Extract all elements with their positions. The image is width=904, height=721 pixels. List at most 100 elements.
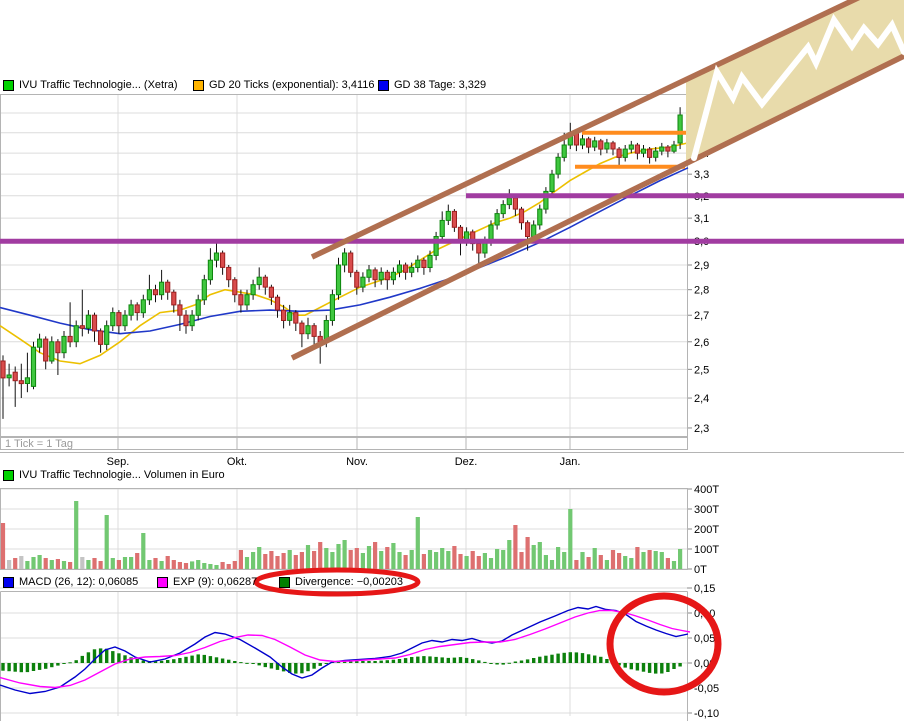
- candle-body: [550, 174, 554, 191]
- volume-bar: [178, 562, 182, 569]
- candle-body: [385, 272, 389, 279]
- candle-body: [355, 272, 359, 287]
- volume-bar: [172, 560, 176, 569]
- volume-bar: [617, 553, 621, 569]
- volume-bar: [355, 548, 359, 569]
- candle-body: [129, 305, 133, 315]
- price-axis-label: 2,9: [694, 260, 709, 272]
- candle-body: [178, 305, 182, 315]
- candle-body: [190, 315, 194, 326]
- divergence-bar: [593, 656, 596, 664]
- volume-bar: [678, 549, 682, 569]
- divergence-bar: [599, 657, 602, 663]
- divergence-bar: [514, 662, 517, 664]
- volume-bar: [117, 560, 121, 569]
- divergence-bar: [221, 659, 224, 664]
- volume-bar: [404, 555, 408, 569]
- macd-axis-label: 0,05: [694, 633, 715, 645]
- candle-body: [19, 381, 23, 384]
- divergence-bar: [453, 658, 456, 663]
- candle-body: [50, 342, 54, 361]
- month-label: Sep.: [107, 456, 130, 468]
- candle-body: [208, 260, 212, 280]
- candle-body: [214, 253, 218, 260]
- volume-bar: [160, 561, 164, 569]
- divergence-bar: [203, 655, 206, 663]
- volume-bar: [599, 555, 603, 569]
- tick-strip-frame: [1, 438, 688, 450]
- divergence-bar: [294, 663, 297, 674]
- legend-divergence: Divergence: −0,00203: [279, 576, 403, 588]
- divergence-bar: [136, 659, 139, 663]
- candle-body: [452, 211, 456, 227]
- volume-bar: [99, 561, 103, 569]
- volume-bar: [50, 560, 54, 569]
- divergence-bar: [477, 660, 480, 663]
- volume-bar: [538, 542, 542, 569]
- divergence-bar: [538, 657, 541, 663]
- divergence-bar: [447, 658, 450, 663]
- legend-volume: IVU Traffic Technologie... Volumen in Eu…: [3, 469, 225, 481]
- series-color-swatch: [157, 577, 168, 588]
- divergence-bar: [678, 663, 681, 667]
- series-color-swatch: [3, 470, 14, 481]
- candle-body: [367, 270, 371, 277]
- volume-bar: [666, 558, 670, 569]
- divergence-bar: [672, 663, 675, 669]
- divergence-bar: [563, 653, 566, 663]
- candle-body: [312, 326, 316, 337]
- candle-body: [80, 326, 84, 329]
- volume-bar: [465, 556, 469, 569]
- candle-body: [519, 209, 523, 223]
- volume-bar: [641, 552, 645, 569]
- volume-axis-label: 100T: [694, 544, 719, 556]
- candle-body: [99, 331, 103, 344]
- volume-bar: [74, 501, 78, 569]
- divergence-bar: [355, 661, 358, 663]
- candle-body: [7, 375, 11, 378]
- volume-bar: [239, 550, 243, 569]
- candle-body: [580, 139, 584, 145]
- divergence-bar: [575, 652, 578, 663]
- series-color-swatch: [279, 577, 290, 588]
- chart-application: 3,63,53,43,33,23,13,02,92,82,72,62,52,42…: [0, 0, 904, 721]
- divergence-bar: [227, 660, 230, 663]
- volume-bar: [251, 552, 255, 569]
- divergence-bar: [270, 663, 273, 669]
- legend-exp: EXP (9): 0,06287: [157, 576, 257, 588]
- candle-body: [446, 211, 450, 220]
- volume-bar: [580, 552, 584, 569]
- divergence-bar: [520, 661, 523, 664]
- volume-bar: [330, 552, 334, 569]
- divergence-bar: [666, 663, 669, 672]
- volume-bar: [556, 547, 560, 569]
- volume-bar: [68, 562, 72, 569]
- candle-body: [300, 323, 304, 334]
- candle-body: [477, 244, 481, 254]
- volume-bar: [495, 549, 499, 569]
- candle-body: [422, 260, 426, 267]
- volume-bar: [306, 545, 310, 569]
- volume-bar: [300, 552, 304, 569]
- candle-body: [184, 315, 188, 326]
- price-axis-label: 2,5: [694, 364, 709, 376]
- divergence-bar: [197, 654, 200, 663]
- month-label: Okt.: [227, 456, 247, 468]
- legend-gd38: GD 38 Tage: 3,329: [378, 79, 486, 91]
- signal-line: [0, 611, 690, 688]
- divergence-bar: [215, 657, 218, 663]
- candle-body: [587, 139, 591, 147]
- divergence-bar: [648, 663, 651, 673]
- legend-gd20: GD 20 Ticks (exponential): 3,4116: [193, 79, 375, 91]
- volume-bar: [648, 550, 652, 569]
- divergence-bar: [556, 654, 559, 663]
- candle-body: [68, 336, 72, 341]
- volume-bar: [367, 546, 371, 569]
- divergence-bar: [184, 657, 187, 663]
- divergence-bar: [81, 656, 84, 663]
- volume-bar: [532, 545, 536, 569]
- divergence-bar: [502, 663, 505, 665]
- stock-chart-canvas: 3,63,53,43,33,23,13,02,92,82,72,62,52,42…: [0, 0, 904, 721]
- divergence-bar: [441, 657, 444, 663]
- candle-body: [245, 295, 249, 305]
